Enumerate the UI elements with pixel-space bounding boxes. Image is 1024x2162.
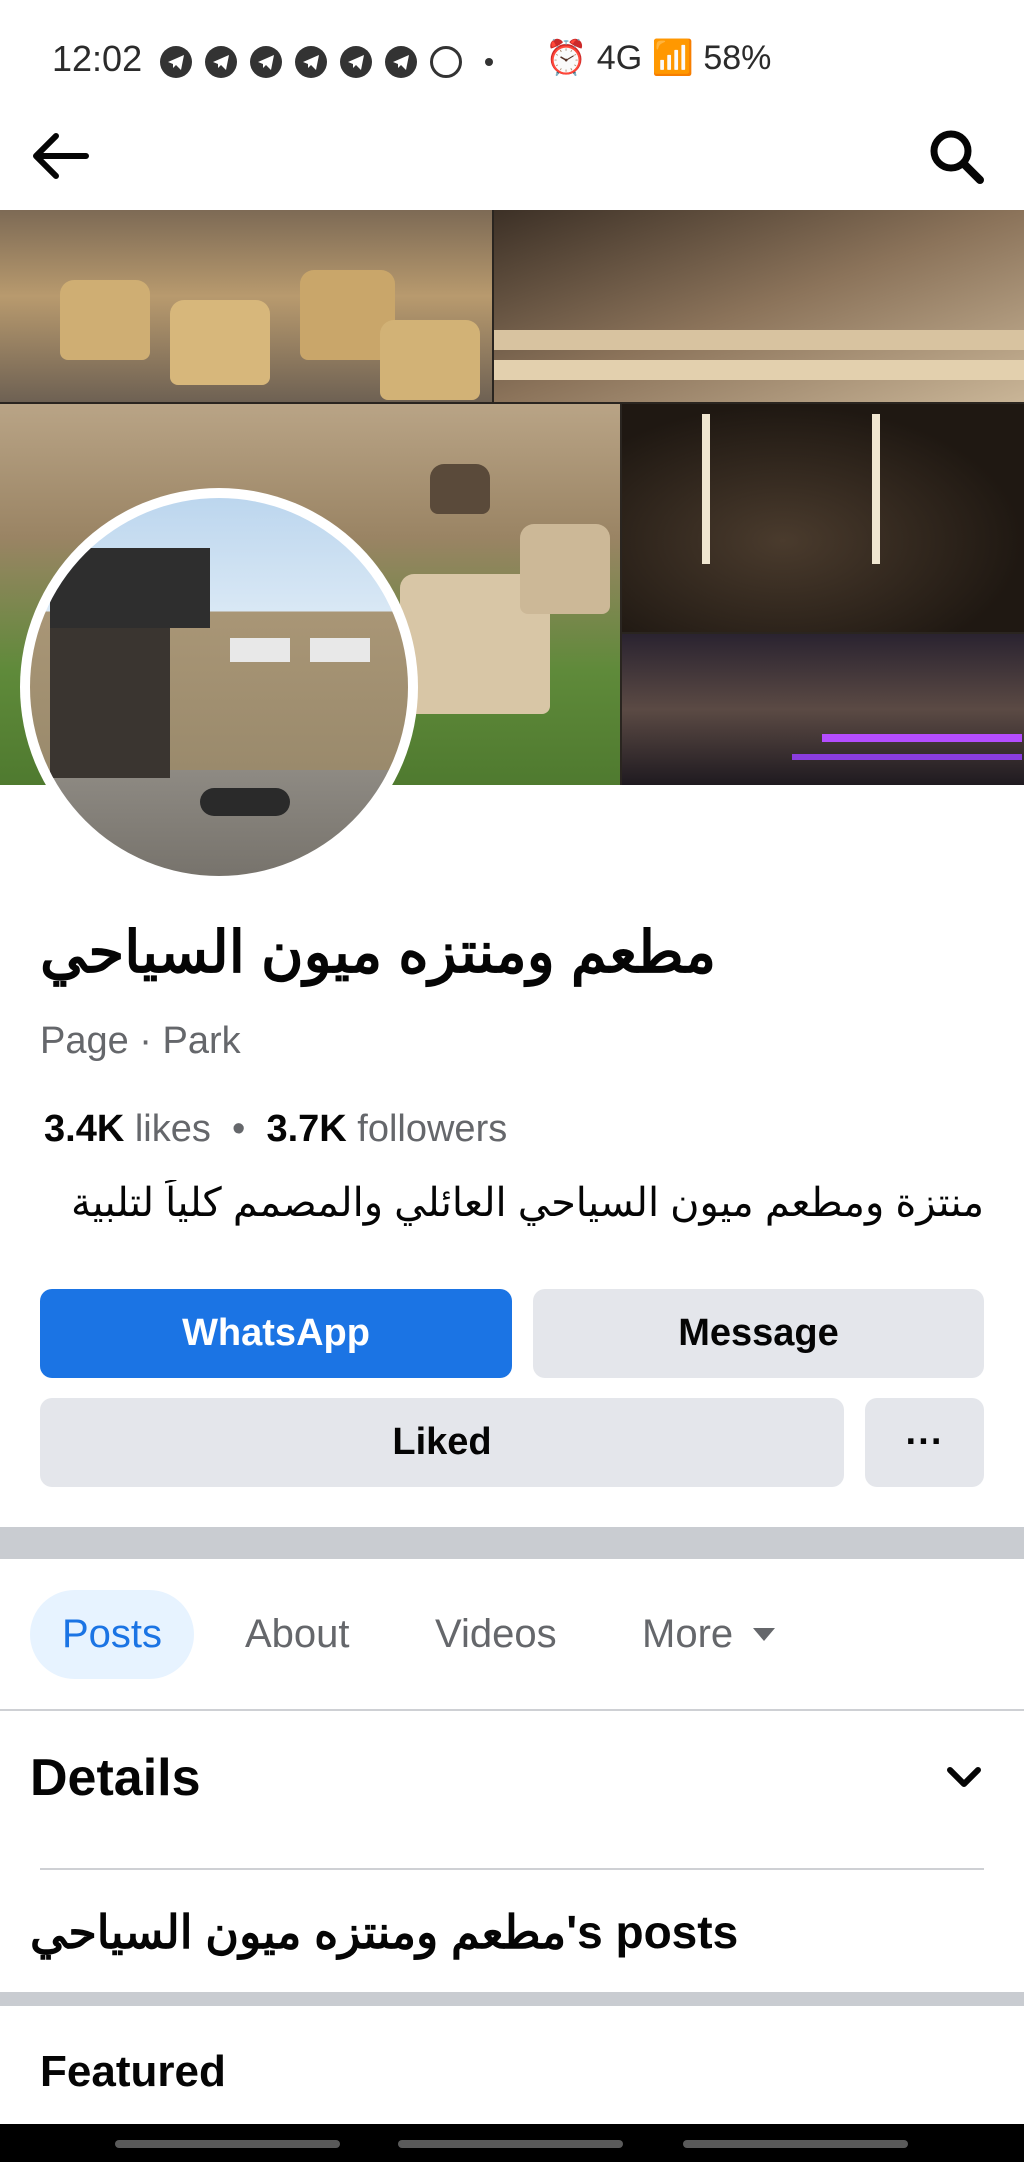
page-category: Page · Park <box>40 1020 241 1062</box>
tab-posts[interactable]: Posts <box>30 1590 194 1679</box>
telegram-notification-icon <box>385 46 417 78</box>
telegram-notification-icon <box>295 46 327 78</box>
more-options-button[interactable]: ··· <box>865 1398 984 1487</box>
section-divider <box>0 1992 1024 2006</box>
cover-tile-night-terrace <box>622 634 1024 785</box>
likes-count: 3.4K <box>44 1108 125 1150</box>
tab-more[interactable]: More <box>642 1590 776 1679</box>
details-heading: Details <box>30 1749 201 1807</box>
followers-count: 3.7K <box>266 1108 347 1150</box>
system-navigation-bar <box>0 2124 1024 2162</box>
nav-back[interactable] <box>683 2140 908 2148</box>
tab-more-label: More <box>642 1612 734 1656</box>
cover-tile-seating <box>0 210 492 402</box>
telegram-notification-icon <box>205 46 237 78</box>
telegram-notification-icon <box>250 46 282 78</box>
telegram-notification-icon <box>340 46 372 78</box>
status-right-indicators: ⏰ 4G 📶 58% <box>545 39 772 77</box>
status-bar: 12:02 ⏰ 4G 📶 58% <box>0 0 1024 120</box>
nav-home[interactable] <box>398 2140 623 2148</box>
followers-label: followers <box>357 1108 508 1150</box>
caret-down-icon <box>753 1628 776 1641</box>
tabs-divider <box>0 1709 1024 1711</box>
whatsapp-button[interactable]: WhatsApp <box>40 1289 512 1378</box>
liked-button[interactable]: Liked <box>40 1398 844 1487</box>
tab-about[interactable]: About <box>245 1590 350 1679</box>
profile-avatar[interactable] <box>20 488 418 886</box>
page-title: مطعم ومنتزه ميون السياحي <box>40 920 717 985</box>
section-divider <box>0 1527 1024 1559</box>
featured-heading: Featured <box>40 2047 226 2096</box>
back-arrow-icon[interactable] <box>28 128 92 184</box>
b-notification-icon <box>430 46 462 78</box>
likes-label: likes <box>134 1108 211 1150</box>
tab-videos[interactable]: Videos <box>435 1590 557 1679</box>
details-divider <box>40 1868 984 1870</box>
chevron-down-icon[interactable] <box>944 1762 984 1792</box>
more-notifications-dot <box>485 58 493 66</box>
page-stats: 3.4K likes • 3.7K followers <box>44 1108 507 1151</box>
search-icon[interactable] <box>924 124 988 188</box>
stats-separator: • <box>232 1108 246 1150</box>
cover-tile-night-hall <box>622 404 1024 632</box>
message-button[interactable]: Message <box>533 1289 984 1378</box>
page-description[interactable]: منتزة ومطعم ميون السياحي العائلي والمصمم… <box>40 1180 984 1226</box>
status-time: 12:02 <box>52 38 143 79</box>
nav-recent-apps[interactable] <box>115 2140 340 2148</box>
posts-heading: مطعم ومنتزه ميون السياحي's posts <box>30 1906 739 1958</box>
telegram-notification-icon <box>160 46 192 78</box>
cover-tile-steps <box>494 210 1024 402</box>
